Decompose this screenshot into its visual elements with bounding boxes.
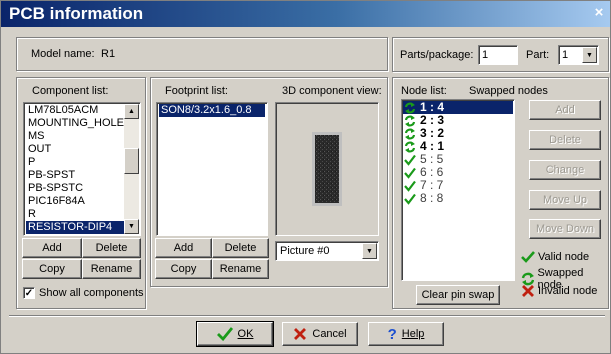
legend-invalid-label: Invalid node bbox=[538, 285, 598, 297]
swap-arrows-icon bbox=[403, 141, 417, 153]
parts-group: Parts/package: 1 Part: 1 ▼ bbox=[392, 37, 609, 72]
footprint-rename-button[interactable]: Rename bbox=[212, 259, 269, 279]
swap-arrows-icon bbox=[403, 128, 417, 140]
footprint-copy-button[interactable]: Copy bbox=[155, 259, 212, 279]
part-select[interactable]: 1 ▼ bbox=[558, 45, 599, 65]
swapped-nodes-label: Swapped nodes bbox=[469, 85, 548, 97]
parts-package-value: 1 bbox=[482, 49, 489, 61]
close-icon[interactable]: × bbox=[592, 5, 606, 20]
check-icon bbox=[403, 154, 417, 166]
component-list-item[interactable]: OUT bbox=[26, 143, 138, 156]
footprint-list[interactable]: SON8/3.2x1.6_0.8 bbox=[156, 102, 268, 236]
footprint-list-label: Footprint list: bbox=[165, 85, 228, 97]
cancel-button[interactable]: Cancel bbox=[282, 322, 358, 346]
picture-select-value: Picture #0 bbox=[280, 245, 330, 257]
part-select-value: 1 bbox=[562, 49, 569, 61]
ok-label: OK bbox=[237, 328, 254, 340]
check-icon bbox=[521, 251, 535, 263]
scroll-down-icon[interactable]: ▼ bbox=[124, 219, 139, 234]
swap-arrows-icon bbox=[403, 115, 417, 127]
component-add-button[interactable]: Add bbox=[22, 238, 82, 258]
component-list[interactable]: LM78L05ACM MOUNTING_HOLE MS OUT P PB-SPST PB-S… bbox=[23, 102, 141, 236]
node-list[interactable]: 1 : 42 : 33 : 24 : 15 : 56 : 67 : 78 : 8 bbox=[401, 99, 515, 281]
node-move-up-button[interactable]: Move Up bbox=[529, 190, 601, 210]
node-add-button[interactable]: Add bbox=[529, 100, 601, 120]
check-icon bbox=[403, 167, 417, 179]
check-icon bbox=[403, 193, 417, 205]
model-name-label: Model name: bbox=[31, 48, 95, 60]
pcb-information-dialog: PCB information × Model name: R1 Compone… bbox=[0, 0, 611, 354]
cross-icon bbox=[294, 328, 307, 340]
chip-preview-image bbox=[312, 132, 342, 206]
node-change-button[interactable]: Change bbox=[529, 160, 601, 180]
picture-select[interactable]: Picture #0 ▼ bbox=[275, 241, 379, 261]
component-list-item[interactable]: MS bbox=[26, 130, 138, 143]
component-3d-view-label: 3D component view: bbox=[282, 85, 382, 97]
show-all-label: Show all components bbox=[39, 287, 144, 299]
node-move-down-button[interactable]: Move Down bbox=[529, 219, 601, 239]
legend-valid: Valid node bbox=[521, 250, 589, 264]
component-list-item[interactable]: PB-SPSTC bbox=[26, 182, 138, 195]
swap-arrows-icon bbox=[403, 102, 417, 114]
node-list-item-text: 8 : 8 bbox=[420, 191, 444, 205]
ok-button[interactable]: OK bbox=[196, 321, 274, 347]
parts-package-label: Parts/package: bbox=[400, 49, 474, 61]
help-label: Help bbox=[401, 328, 425, 340]
node-list-label: Node list: bbox=[401, 85, 447, 97]
show-all-checkbox[interactable]: ✓ bbox=[23, 287, 35, 299]
component-list-label: Component list: bbox=[32, 85, 109, 97]
scroll-thumb[interactable] bbox=[124, 148, 139, 174]
footer-divider bbox=[9, 315, 605, 317]
show-all-components[interactable]: ✓ Show all components bbox=[23, 287, 144, 299]
question-mark-icon: ? bbox=[387, 325, 397, 343]
check-icon bbox=[403, 180, 417, 192]
component-3d-view bbox=[275, 102, 379, 236]
component-group: Component list: LM78L05ACM MOUNTING_HOLE M… bbox=[16, 77, 146, 309]
node-delete-button[interactable]: Delete bbox=[529, 130, 601, 150]
dialog-title: PCB information bbox=[9, 4, 144, 23]
component-list-item[interactable]: PIC16F84A bbox=[26, 195, 138, 208]
legend-valid-label: Valid node bbox=[538, 251, 590, 263]
footprint-add-button[interactable]: Add bbox=[155, 238, 212, 258]
node-group: Node list: Swapped nodes 1 : 42 : 33 : 2… bbox=[392, 77, 609, 309]
component-rename-button[interactable]: Rename bbox=[82, 259, 141, 279]
component-list-item[interactable]: MOUNTING_HOLE bbox=[26, 117, 138, 130]
dropdown-arrow-icon[interactable]: ▼ bbox=[582, 47, 597, 63]
node-list-item[interactable]: 8 : 8 bbox=[403, 192, 513, 205]
component-list-scrollbar[interactable]: ▲ ▼ bbox=[124, 104, 139, 234]
checkmark-icon: ✓ bbox=[24, 287, 34, 299]
part-label: Part: bbox=[526, 49, 550, 61]
check-icon bbox=[216, 327, 233, 341]
model-group: Model name: R1 bbox=[16, 37, 388, 71]
cancel-label: Cancel bbox=[312, 328, 347, 340]
cross-icon bbox=[522, 285, 534, 297]
footprint-list-item[interactable]: SON8/3.2x1.6_0.8 bbox=[159, 104, 265, 117]
component-list-item[interactable]: PB-SPST bbox=[26, 169, 138, 182]
model-name-value: R1 bbox=[101, 48, 116, 60]
component-copy-button[interactable]: Copy bbox=[22, 259, 82, 279]
footprint-group: Footprint list: SON8/3.2x1.6_0.8 Add Del… bbox=[150, 77, 388, 287]
clear-pin-swap-button[interactable]: Clear pin swap bbox=[416, 285, 500, 305]
component-delete-button[interactable]: Delete bbox=[82, 238, 141, 258]
component-list-item[interactable]: P bbox=[26, 156, 138, 169]
component-list-item[interactable]: LM78L05ACM bbox=[26, 104, 138, 117]
footprint-delete-button[interactable]: Delete bbox=[212, 238, 269, 258]
component-list-item[interactable]: R bbox=[26, 208, 138, 221]
scroll-up-icon[interactable]: ▲ bbox=[124, 104, 139, 119]
help-button[interactable]: ? Help bbox=[368, 322, 444, 346]
legend-invalid: Invalid node bbox=[521, 284, 597, 298]
dropdown-arrow-icon[interactable]: ▼ bbox=[362, 243, 377, 259]
title-bar[interactable]: PCB information × bbox=[1, 1, 610, 27]
parts-package-input[interactable]: 1 bbox=[478, 45, 518, 65]
component-list-item[interactable]: RESISTOR-DIP4 bbox=[26, 221, 138, 234]
